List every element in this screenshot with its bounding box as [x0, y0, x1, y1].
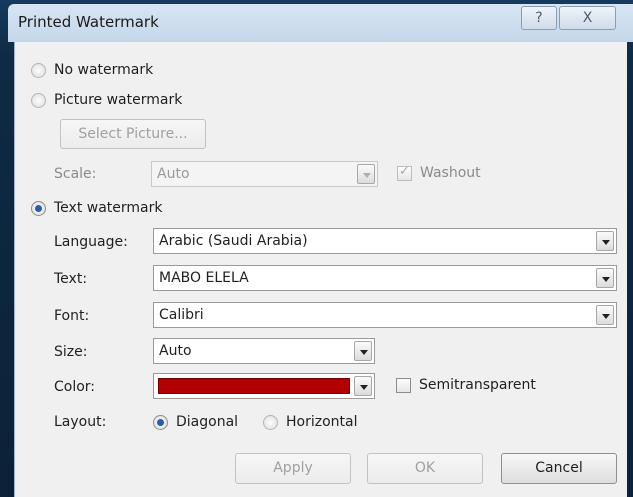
semitransparent-option[interactable]: Semitransparent — [396, 377, 536, 393]
color-dropdown-arrow-icon[interactable] — [354, 376, 372, 396]
text-value: MABO ELELA — [159, 270, 249, 286]
text-watermark-option[interactable]: Text watermark — [31, 200, 163, 216]
dialog-title-bar[interactable]: Printed Watermark ? X — [8, 4, 633, 42]
picture-watermark-radio[interactable] — [31, 92, 46, 108]
layout-horizontal-radio[interactable] — [263, 414, 278, 430]
font-dropdown-arrow-icon[interactable] — [596, 305, 614, 325]
select-picture-button[interactable]: Select Picture... — [60, 119, 206, 149]
scale-dropdown-arrow-icon[interactable] — [357, 164, 375, 184]
help-icon: ? — [535, 10, 543, 26]
layout-horizontal-option[interactable]: Horizontal — [263, 414, 357, 430]
size-dropdown-arrow-icon[interactable] — [354, 341, 372, 361]
washout-label: Washout — [420, 165, 481, 181]
ok-button[interactable]: OK — [367, 453, 483, 484]
layout-diagonal-option[interactable]: Diagonal — [153, 414, 238, 430]
scale-dropdown[interactable]: Auto — [151, 161, 378, 187]
size-label: Size: — [54, 344, 88, 360]
semitransparent-checkbox[interactable] — [396, 377, 411, 393]
font-label: Font: — [54, 308, 90, 324]
dialog-title: Printed Watermark — [18, 13, 159, 31]
layout-diagonal-label: Diagonal — [176, 414, 239, 430]
close-icon: X — [582, 10, 593, 26]
no-watermark-radio[interactable] — [31, 62, 46, 78]
layout-label: Layout: — [54, 414, 107, 430]
color-swatch — [158, 378, 350, 394]
no-watermark-option[interactable]: No watermark — [31, 62, 153, 78]
washout-checkbox[interactable] — [397, 164, 412, 181]
color-label: Color: — [54, 379, 96, 395]
text-watermark-radio[interactable] — [31, 200, 46, 216]
washout-option[interactable]: Washout — [397, 164, 481, 181]
close-button[interactable]: X — [559, 6, 616, 30]
no-watermark-label: No watermark — [54, 62, 154, 78]
text-label: Text: — [54, 271, 88, 287]
layout-horizontal-label: Horizontal — [286, 414, 358, 430]
language-dropdown[interactable]: Arabic (Saudi Arabia) — [153, 228, 617, 254]
cancel-button[interactable]: Cancel — [501, 453, 617, 484]
language-dropdown-arrow-icon[interactable] — [596, 231, 614, 251]
size-value: Auto — [159, 343, 192, 359]
dialog-body: No watermark Picture watermark Select Pi… — [14, 42, 627, 497]
scale-value: Auto — [157, 166, 190, 182]
font-dropdown[interactable]: Calibri — [153, 302, 617, 328]
size-dropdown[interactable]: Auto — [153, 338, 375, 364]
language-value: Arabic (Saudi Arabia) — [159, 233, 308, 249]
apply-button[interactable]: Apply — [235, 453, 351, 484]
color-dropdown[interactable] — [153, 373, 375, 399]
text-watermark-label: Text watermark — [54, 200, 163, 216]
picture-watermark-option[interactable]: Picture watermark — [31, 92, 182, 108]
text-dropdown-arrow-icon[interactable] — [596, 268, 614, 288]
font-value: Calibri — [159, 307, 204, 323]
layout-diagonal-radio[interactable] — [153, 414, 168, 430]
language-label: Language: — [54, 234, 128, 250]
text-input[interactable]: MABO ELELA — [153, 265, 617, 291]
semitransparent-label: Semitransparent — [419, 377, 536, 393]
scale-label: Scale: — [54, 166, 97, 182]
help-button[interactable]: ? — [521, 6, 557, 30]
picture-watermark-label: Picture watermark — [54, 92, 183, 108]
